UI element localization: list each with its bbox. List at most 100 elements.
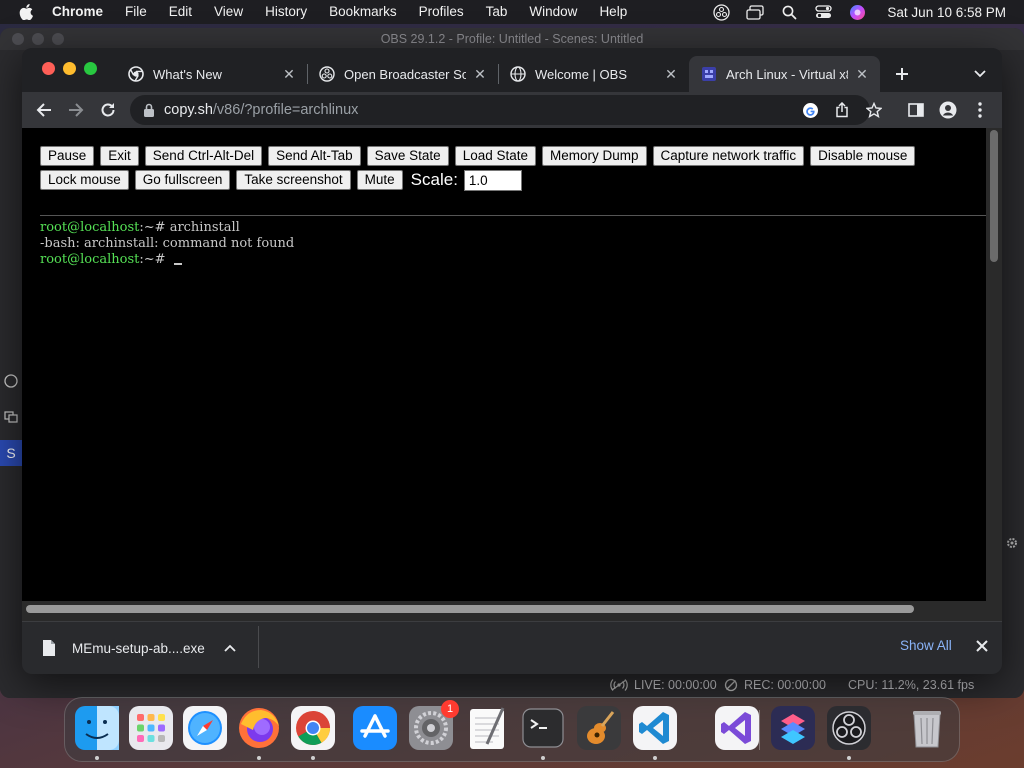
close-tab-icon[interactable]: ✕ bbox=[663, 66, 679, 82]
disable-mouse-button[interactable]: Disable mouse bbox=[810, 146, 916, 166]
obs-globe-icon[interactable] bbox=[0, 368, 22, 394]
close-download-shelf-icon[interactable] bbox=[974, 638, 990, 654]
launchpad-icon[interactable] bbox=[129, 706, 173, 750]
menu-profiles[interactable]: Profiles bbox=[419, 0, 464, 24]
show-all-downloads-link[interactable]: Show All bbox=[900, 638, 952, 653]
lock-mouse-button[interactable]: Lock mouse bbox=[40, 170, 129, 190]
new-tab-plus-icon[interactable] bbox=[892, 64, 912, 84]
lock-icon[interactable] bbox=[142, 102, 156, 118]
textedit-icon[interactable] bbox=[465, 706, 509, 750]
chrome-icon[interactable] bbox=[291, 706, 335, 750]
menubar-clock[interactable]: Sat Jun 10 6:58 PM bbox=[887, 5, 1006, 20]
prompt-user: root@localhost bbox=[40, 252, 140, 267]
running-indicator bbox=[95, 756, 99, 760]
tab-search-chevron-icon[interactable] bbox=[970, 64, 990, 84]
tab-arch-linux[interactable]: Arch Linux - Virtual x8 ✕ bbox=[689, 56, 880, 92]
mute-button[interactable]: Mute bbox=[356, 170, 403, 190]
horizontal-scrollbar[interactable] bbox=[22, 601, 1002, 621]
back-arrow-icon[interactable] bbox=[32, 98, 56, 122]
close-window-button[interactable] bbox=[42, 62, 55, 75]
tab-whats-new[interactable]: What's New ✕ bbox=[116, 56, 307, 92]
menu-view[interactable]: View bbox=[214, 0, 243, 24]
memory-dump-button[interactable]: Memory Dump bbox=[542, 146, 647, 166]
obs-zoom-dot[interactable] bbox=[52, 33, 64, 45]
vscode-icon[interactable] bbox=[633, 706, 677, 750]
garageband-icon[interactable] bbox=[577, 706, 621, 750]
scale-input[interactable] bbox=[463, 169, 522, 191]
tab-open-broadcaster[interactable]: Open Broadcaster Sof ✕ bbox=[307, 56, 498, 92]
obs-gear-icon[interactable] bbox=[1006, 536, 1018, 552]
app-store-icon[interactable] bbox=[353, 706, 397, 750]
vertical-scrollbar[interactable] bbox=[986, 128, 1002, 621]
obs-title-text: OBS 29.1.2 - Profile: Untitled - Scenes:… bbox=[380, 32, 644, 46]
zoom-window-button[interactable] bbox=[84, 62, 97, 75]
menu-edit[interactable]: Edit bbox=[169, 0, 192, 24]
menu-file[interactable]: File bbox=[125, 0, 147, 24]
obs-minimize-dot[interactable] bbox=[32, 33, 44, 45]
horizontal-scrollbar-thumb[interactable] bbox=[26, 605, 914, 613]
controls-row-2: Lock mouse Go fullscreen Take screenshot… bbox=[40, 169, 980, 191]
url-text[interactable]: copy.sh/v86/?profile=archlinux bbox=[164, 95, 358, 125]
obs-status-icon[interactable] bbox=[711, 2, 731, 22]
obs-window-controls bbox=[12, 33, 64, 45]
tab-title: Open Broadcaster Sof bbox=[344, 66, 466, 82]
obs-icon[interactable] bbox=[827, 706, 871, 750]
menu-bookmarks[interactable]: Bookmarks bbox=[329, 0, 397, 24]
menu-help[interactable]: Help bbox=[599, 0, 627, 24]
close-tab-icon[interactable]: ✕ bbox=[854, 66, 870, 82]
take-screenshot-button[interactable]: Take screenshot bbox=[236, 170, 351, 190]
notification-badge: 1 bbox=[441, 700, 459, 718]
share-icon[interactable] bbox=[832, 100, 852, 120]
visual-studio-icon[interactable] bbox=[715, 706, 759, 750]
finder-icon[interactable] bbox=[75, 706, 119, 750]
go-fullscreen-button[interactable]: Go fullscreen bbox=[134, 170, 231, 190]
tab-welcome-obs[interactable]: Welcome | OBS ✕ bbox=[498, 56, 689, 92]
send-ctrl-alt-del-button[interactable]: Send Ctrl-Alt-Del bbox=[144, 146, 263, 166]
firefox-icon[interactable] bbox=[237, 706, 281, 750]
v86-icon bbox=[701, 66, 717, 82]
spotlight-search-icon[interactable] bbox=[779, 2, 799, 22]
apple-menu-icon[interactable] bbox=[14, 0, 38, 24]
profile-avatar-icon[interactable] bbox=[936, 98, 960, 122]
side-panel-icon[interactable] bbox=[904, 98, 928, 122]
vertical-scrollbar-thumb[interactable] bbox=[990, 130, 998, 262]
google-lens-icon[interactable] bbox=[800, 100, 820, 120]
bookmark-star-icon[interactable] bbox=[864, 100, 884, 120]
capture-network-traffic-button[interactable]: Capture network traffic bbox=[652, 146, 805, 166]
obs-scene-item[interactable]: S bbox=[0, 440, 22, 466]
download-shelf: MEmu-setup-ab....exe Show All bbox=[22, 621, 1002, 674]
close-tab-icon[interactable]: ✕ bbox=[472, 66, 488, 82]
terminal-icon[interactable] bbox=[521, 706, 565, 750]
menu-tab[interactable]: Tab bbox=[486, 0, 508, 24]
exit-button[interactable]: Exit bbox=[100, 146, 139, 166]
obs-window-capture-icon[interactable] bbox=[0, 404, 22, 430]
menu-window[interactable]: Window bbox=[529, 0, 577, 24]
obs-close-dot[interactable] bbox=[12, 33, 24, 45]
terminal-line: root@localhost:~# bbox=[40, 252, 986, 268]
pause-button[interactable]: Pause bbox=[40, 146, 95, 166]
system-settings-icon[interactable]: 1 bbox=[409, 700, 459, 750]
reload-icon[interactable] bbox=[96, 98, 120, 122]
siri-icon[interactable] bbox=[847, 2, 867, 22]
forward-arrow-icon[interactable] bbox=[64, 98, 88, 122]
vm-terminal-screen[interactable]: root@localhost:~# archinstall -bash: arc… bbox=[40, 220, 986, 621]
send-alt-tab-button[interactable]: Send Alt-Tab bbox=[268, 146, 361, 166]
screen-mirroring-icon[interactable] bbox=[745, 2, 765, 22]
minimize-window-button[interactable] bbox=[63, 62, 76, 75]
shortcuts-icon[interactable] bbox=[771, 706, 815, 750]
download-item[interactable]: MEmu-setup-ab....exe bbox=[42, 634, 258, 662]
kebab-menu-icon[interactable] bbox=[968, 98, 992, 122]
address-bar[interactable]: copy.sh/v86/?profile=archlinux bbox=[130, 95, 882, 125]
close-tab-icon[interactable]: ✕ bbox=[281, 66, 297, 82]
chevron-up-icon[interactable] bbox=[223, 641, 237, 655]
terminal-cursor bbox=[173, 263, 182, 265]
menu-history[interactable]: History bbox=[265, 0, 307, 24]
macos-dock: 1 bbox=[64, 697, 960, 762]
obs-title-bar: OBS 29.1.2 - Profile: Untitled - Scenes:… bbox=[0, 28, 1024, 50]
load-state-button[interactable]: Load State bbox=[454, 146, 536, 166]
control-center-icon[interactable] bbox=[813, 2, 833, 22]
safari-icon[interactable] bbox=[183, 706, 227, 750]
menu-app-name[interactable]: Chrome bbox=[52, 0, 103, 24]
save-state-button[interactable]: Save State bbox=[366, 146, 449, 166]
trash-icon[interactable] bbox=[905, 706, 949, 750]
